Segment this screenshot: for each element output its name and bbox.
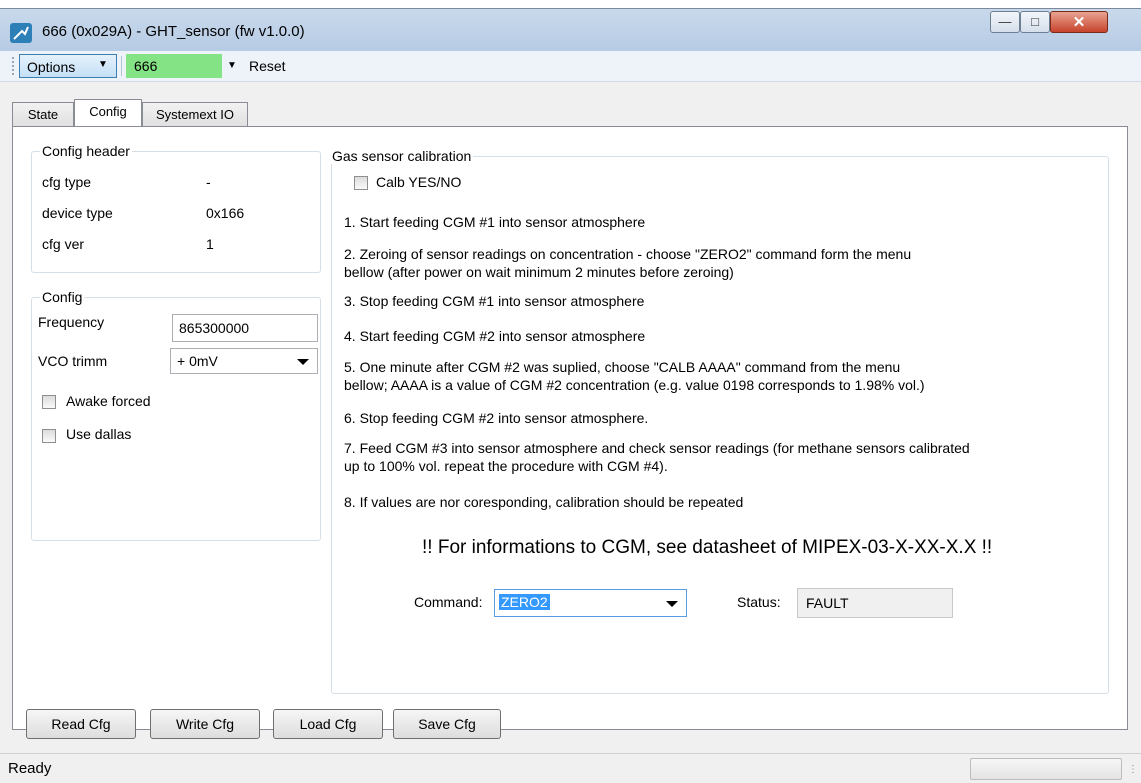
status-bar: Ready ⋮ — [0, 753, 1141, 783]
close-icon: ✕ — [1072, 14, 1086, 31]
window-title: 666 (0x029A) - GHT_sensor (fw v1.0.0) — [42, 23, 305, 40]
reset-button[interactable]: Reset — [249, 58, 286, 74]
config-group: Config Frequency 865300000 VCO trimm + 0… — [31, 289, 321, 541]
calibration-step-1: 1. Start feeding CGM #1 into sensor atmo… — [344, 214, 646, 230]
status-bar-text: Ready — [8, 760, 52, 777]
gas-calibration-title: Gas sensor calibration — [330, 148, 474, 164]
frequency-label: Frequency — [38, 314, 105, 330]
calibration-step-5-cont: bellow; AAAA is a value of CGM #2 concen… — [344, 377, 925, 393]
tab-config[interactable]: Config — [74, 99, 142, 126]
device-type-value: 0x166 — [206, 205, 245, 221]
toolbar: Options ▼ 666 ▼ Reset — [0, 51, 1141, 82]
calibration-step-8: 8. If values are nor coresponding, calib… — [344, 494, 744, 510]
gas-calibration-group: Gas sensor calibration Calb YES/NO 1. St… — [330, 148, 1109, 694]
vco-trimm-label: VCO trimm — [38, 353, 108, 369]
vco-trimm-value: + 0mV — [177, 353, 218, 369]
save-cfg-button[interactable]: Save Cfg — [393, 709, 501, 739]
frequency-input[interactable]: 865300000 — [172, 314, 318, 342]
tab-systemext-io[interactable]: Systemext IO — [142, 102, 248, 126]
cfg-ver-value: 1 — [206, 236, 214, 252]
read-cfg-button[interactable]: Read Cfg — [26, 709, 136, 739]
progress-bar — [970, 758, 1122, 780]
write-cfg-button[interactable]: Write Cfg — [150, 709, 260, 739]
awake-forced-label: Awake forced — [66, 393, 151, 409]
command-value: ZERO2 — [499, 594, 550, 610]
maximize-icon: □ — [1031, 14, 1039, 29]
use-dallas-label: Use dallas — [66, 426, 132, 442]
app-icon — [10, 23, 32, 43]
config-tab-panel: Config header cfg type - device type 0x1… — [12, 126, 1128, 730]
options-label: Options — [27, 59, 76, 75]
cgm-info-note: !! For informations to CGM, see datashee… — [422, 537, 993, 558]
vco-trimm-select[interactable]: + 0mV — [170, 348, 318, 374]
config-group-title: Config — [40, 289, 85, 305]
device-type-label: device type — [42, 205, 113, 221]
calibration-step-2-cont: bellow (after power on wait minimum 2 mi… — [344, 264, 734, 280]
cfg-type-value: - — [206, 174, 211, 190]
cfg-ver-label: cfg ver — [42, 236, 85, 252]
config-header-group: Config header cfg type - device type 0x1… — [31, 143, 321, 273]
awake-forced-checkbox[interactable] — [42, 395, 56, 409]
command-label: Command: — [414, 594, 483, 610]
calibration-step-3: 3. Stop feeding CGM #1 into sensor atmos… — [344, 293, 645, 309]
status-field: FAULT — [797, 588, 953, 618]
device-value: 666 — [134, 58, 158, 74]
config-header-title: Config header — [40, 143, 132, 159]
minimize-icon: — — [998, 14, 1012, 29]
use-dallas-checkbox[interactable] — [42, 429, 56, 443]
maximize-button[interactable]: □ — [1020, 11, 1050, 33]
options-menu-button[interactable]: Options ▼ — [19, 54, 117, 78]
calibration-step-7-cont: up to 100% vol. repeat the procedure wit… — [344, 458, 668, 474]
chevron-down-icon — [297, 359, 309, 365]
calibration-step-6: 6. Stop feeding CGM #2 into sensor atmos… — [344, 410, 649, 426]
calibration-step-5: 5. One minute after CGM #2 was suplied, … — [344, 359, 901, 375]
options-caret-icon: ▼ — [98, 59, 108, 70]
calb-label: Calb YES/NO — [376, 174, 462, 190]
toolbar-separator — [121, 56, 122, 76]
cfg-type-label: cfg type — [42, 174, 92, 190]
title-bar: 666 (0x029A) - GHT_sensor (fw v1.0.0) — … — [0, 9, 1141, 51]
tab-strip: State Config Systemext IO — [0, 99, 1141, 126]
device-dropdown-icon[interactable]: ▼ — [227, 60, 237, 71]
app-window: 666 (0x029A) - GHT_sensor (fw v1.0.0) — … — [0, 8, 1141, 783]
calibration-step-2: 2. Zeroing of sensor readings on concent… — [344, 246, 912, 262]
toolbar-grip[interactable] — [12, 57, 17, 75]
command-select[interactable]: ZERO2 — [494, 589, 687, 617]
tab-state[interactable]: State — [12, 102, 74, 126]
device-combo[interactable]: 666 — [126, 54, 222, 78]
minimize-button[interactable]: — — [990, 11, 1020, 33]
chevron-down-icon — [666, 601, 678, 607]
resize-grip-icon[interactable]: ⋮ — [1128, 764, 1138, 775]
close-button[interactable]: ✕ — [1050, 11, 1108, 33]
frequency-value: 865300000 — [179, 320, 250, 336]
status-label: Status: — [737, 594, 781, 610]
calibration-step-4: 4. Start feeding CGM #2 into sensor atmo… — [344, 328, 646, 344]
status-value: FAULT — [806, 595, 849, 611]
calb-checkbox[interactable] — [354, 176, 368, 190]
load-cfg-button[interactable]: Load Cfg — [273, 709, 383, 739]
calibration-step-7: 7. Feed CGM #3 into sensor atmosphere an… — [344, 440, 970, 456]
